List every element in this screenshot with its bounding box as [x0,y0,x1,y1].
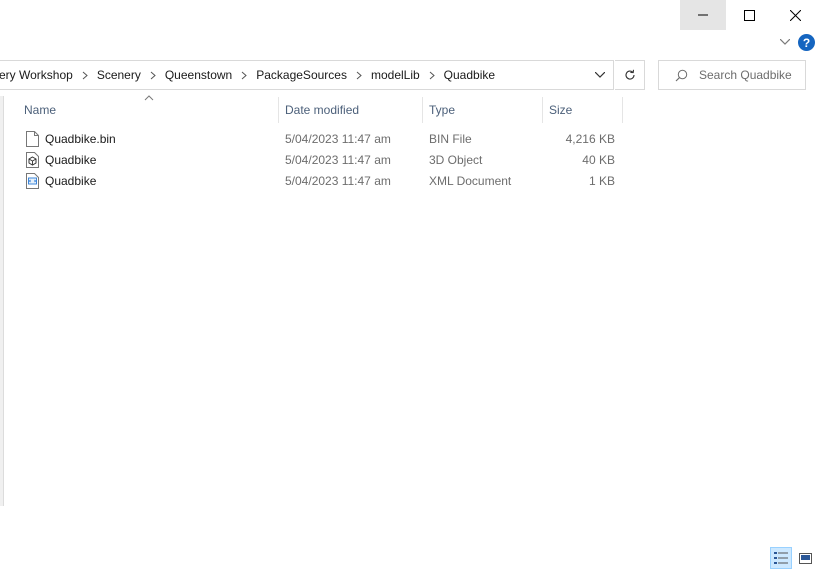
search-input[interactable]: Search Quadbike [699,68,792,82]
navigation-pane-edge[interactable] [0,96,4,506]
3d-object-icon [24,151,40,168]
breadcrumb-item-modellib[interactable]: modelLib [369,68,422,82]
file-size: 4,216 KB [565,131,615,146]
refresh-button[interactable] [615,60,645,90]
file-date: 5/04/2023 11:47 am [285,173,391,188]
close-icon [789,9,801,21]
large-icons-view-button[interactable] [794,547,816,569]
file-type: XML Document [429,173,512,188]
breadcrumb-item-workshop[interactable]: ery Workshop [0,68,75,82]
file-size: 40 KB [582,152,615,167]
expand-ribbon-button[interactable] [776,34,794,50]
address-bar[interactable]: ery Workshop Scenery Queenstown PackageS… [0,60,614,90]
details-view-button[interactable] [770,547,792,569]
maximize-icon [743,9,755,21]
search-icon [667,69,695,82]
file-type: 3D Object [429,152,483,167]
breadcrumb-separator-icon[interactable] [234,71,254,80]
column-header-date-modified[interactable]: Date modified [279,97,422,122]
minimize-button[interactable] [680,0,726,30]
address-history-dropdown[interactable] [587,61,613,89]
file-name: Quadbike [45,173,97,188]
xml-file-icon [24,172,40,189]
column-divider[interactable] [622,97,623,123]
search-box[interactable]: Search Quadbike [658,60,806,90]
file-name: Quadbike [45,152,97,167]
details-view-icon [774,552,788,564]
file-row[interactable]: Quadbike.bin 5/04/2023 11:47 am BIN File… [24,128,624,149]
file-date: 5/04/2023 11:47 am [285,131,391,146]
chevron-down-icon [595,72,605,78]
file-row[interactable]: Quadbike 5/04/2023 11:47 am XML Document… [24,170,624,191]
file-type: BIN File [429,131,472,146]
maximize-button[interactable] [726,0,772,30]
breadcrumb-separator-icon[interactable] [75,71,95,80]
breadcrumb: ery Workshop Scenery Queenstown PackageS… [0,61,587,89]
column-header-name[interactable]: Name [18,97,278,122]
breadcrumb-item-scenery[interactable]: Scenery [95,68,143,82]
file-date: 5/04/2023 11:47 am [285,152,391,167]
help-button[interactable]: ? [798,34,815,51]
breadcrumb-item-packagesources[interactable]: PackageSources [254,68,349,82]
minimize-icon [698,14,708,16]
breadcrumb-separator-icon[interactable] [349,71,369,80]
blank-file-icon [24,130,40,147]
chevron-down-icon [780,39,790,45]
breadcrumb-separator-icon[interactable] [422,71,442,80]
breadcrumb-separator-icon[interactable] [143,71,163,80]
large-icons-view-icon [798,552,812,564]
column-header-size[interactable]: Size [543,97,622,122]
file-row[interactable]: Quadbike 5/04/2023 11:47 am 3D Object 40… [24,149,624,170]
column-header-type[interactable]: Type [423,97,542,122]
help-label: ? [802,35,811,50]
refresh-icon [624,69,635,80]
file-size: 1 KB [588,173,615,188]
breadcrumb-item-quadbike[interactable]: Quadbike [442,68,497,82]
file-name: Quadbike.bin [45,131,116,146]
close-button[interactable] [772,0,818,30]
breadcrumb-item-queenstown[interactable]: Queenstown [163,68,234,82]
